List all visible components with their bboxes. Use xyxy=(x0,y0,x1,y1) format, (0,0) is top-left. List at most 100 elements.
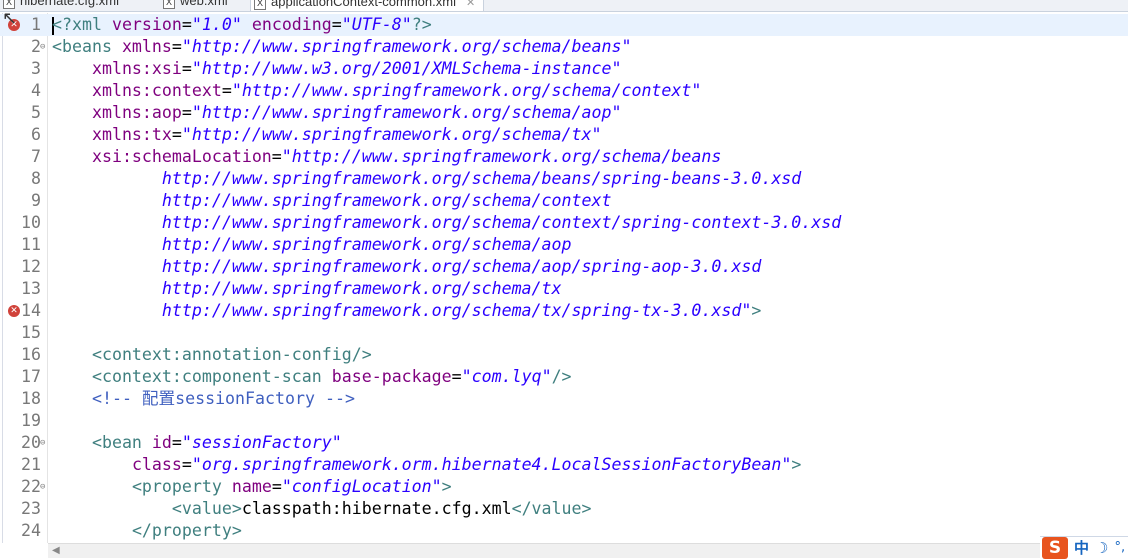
token-txt: = xyxy=(221,81,232,100)
half-width-moon-icon[interactable]: ☽ xyxy=(1095,539,1108,557)
code-text: <beans xmlns="http://www.springframework… xyxy=(52,36,631,58)
code-text: http://www.springframework.org/schema/co… xyxy=(52,190,612,212)
code-line[interactable]: 18 <!-- 配置sessionFactory --> xyxy=(0,388,1128,410)
code-line[interactable]: 19 xyxy=(0,410,1128,432)
line-number: 4 xyxy=(31,81,41,100)
token-tag: <bean xyxy=(91,433,152,452)
token-val: "com.lyq" xyxy=(461,367,552,386)
ime-language-toggle[interactable]: 中 xyxy=(1074,537,1089,558)
code-line[interactable]: 22 ⊖ <property name="configLocation"> xyxy=(0,476,1128,498)
line-number: 3 xyxy=(31,59,41,78)
code-text: http://www.springframework.org/schema/tx xyxy=(52,278,562,300)
token-attr: xmlns xyxy=(121,37,172,56)
code-line[interactable]: 12 http://www.springframework.org/schema… xyxy=(0,256,1128,278)
token-txt: = xyxy=(171,37,182,56)
xml-file-icon: X xyxy=(254,0,266,10)
tab-web-xml[interactable]: Xweb.xml xyxy=(160,0,228,11)
code-line[interactable]: 10 http://www.springframework.org/schema… xyxy=(0,212,1128,234)
token-val: "http://www.springframework.org/schema/a… xyxy=(191,103,622,122)
token-attr: xmlns:xsi xyxy=(91,59,182,78)
line-number: 19 xyxy=(21,411,41,430)
tab-applicationcontext-common-xml[interactable]: XapplicationContext-common.xml ✕ xyxy=(250,0,485,11)
tab-hibernate-cfg-xml[interactable]: Xhibernate.cfg.xml xyxy=(0,0,119,11)
token-txt: = xyxy=(171,433,182,452)
token-val: "configLocation" xyxy=(281,477,442,496)
scroll-left-arrow-icon[interactable]: ◀ xyxy=(52,545,60,556)
code-line[interactable]: 8 http://www.springframework.org/schema/… xyxy=(0,168,1128,190)
fold-toggle-icon[interactable]: ⊖ xyxy=(40,476,45,498)
code-line[interactable]: 3 xmlns:xsi="http://www.w3.org/2001/XMLS… xyxy=(0,58,1128,80)
line-number: 18 xyxy=(21,389,41,408)
code-line[interactable]: 4 xmlns:context="http://www.springframew… xyxy=(0,80,1128,102)
code-text: xmlns:tx="http://www.springframework.org… xyxy=(52,124,602,146)
code-line[interactable]: 17 <context:component-scan base-package=… xyxy=(0,366,1128,388)
code-line[interactable]: ✕ 14 http://www.springframework.org/schem… xyxy=(0,300,1128,322)
token-txt: = xyxy=(451,367,462,386)
token-val: http://www.springframework.org/schema/co… xyxy=(161,213,842,232)
token-val: http://www.springframework.org/schema/tx xyxy=(161,279,562,298)
code-line[interactable]: 15 xyxy=(0,322,1128,344)
code-line[interactable]: 13 http://www.springframework.org/schema… xyxy=(0,278,1128,300)
tab-label: web.xml xyxy=(180,0,228,8)
token-tag: xml xyxy=(71,15,112,34)
close-icon[interactable]: ✕ xyxy=(466,0,475,9)
token-val: "http://www.springframework.org/schema/t… xyxy=(181,125,602,144)
code-line[interactable]: 9 http://www.springframework.org/schema/… xyxy=(0,190,1128,212)
line-number: 7 xyxy=(31,147,41,166)
token-tag: /> xyxy=(551,367,572,386)
token-tag: <value> xyxy=(171,499,242,518)
code-text: <!-- 配置sessionFactory --> xyxy=(52,388,355,410)
code-text: http://www.springframework.org/schema/co… xyxy=(52,212,841,234)
token-txt: = xyxy=(271,147,282,166)
xml-file-icon: X xyxy=(163,0,175,9)
token-txt: = xyxy=(181,15,192,34)
line-number: 8 xyxy=(31,169,41,188)
code-line[interactable]: 7 xsi:schemaLocation="http://www.springf… xyxy=(0,146,1128,168)
code-line[interactable]: 11 http://www.springframework.org/schema… xyxy=(0,234,1128,256)
code-line[interactable]: 6 xmlns:tx="http://www.springframework.o… xyxy=(0,124,1128,146)
token-txt: = xyxy=(181,103,192,122)
code-line[interactable]: 16 <context:annotation-config/> xyxy=(0,344,1128,366)
code-line[interactable]: 24 </property> xyxy=(0,520,1128,542)
line-number: 23 xyxy=(21,499,41,518)
line-number: 6 xyxy=(31,125,41,144)
token-tag: > xyxy=(441,477,452,496)
token-attr: xsi:schemaLocation xyxy=(91,147,272,166)
code-line[interactable]: 20 ⊖ <bean id="sessionFactory" xyxy=(0,432,1128,454)
code-line[interactable]: 2 ⊖ <beans xmlns="http://www.springframewo… xyxy=(0,36,1128,58)
punctuation-toggle[interactable]: °, xyxy=(1114,540,1125,555)
token-txt: classpath:hibernate.cfg.xml xyxy=(241,499,512,518)
code-text: http://www.springframework.org/schema/tx… xyxy=(52,300,761,322)
code-line[interactable]: 23 <value>classpath:hibernate.cfg.xml</v… xyxy=(0,498,1128,520)
code-text: xmlns:xsi="http://www.w3.org/2001/XMLSch… xyxy=(52,58,622,80)
fold-toggle-icon[interactable]: ⊖ xyxy=(40,432,45,454)
code-line[interactable]: 21 class="org.springframework.orm.hibern… xyxy=(0,454,1128,476)
code-line[interactable]: 5 xmlns:aop="http://www.springframework.… xyxy=(0,102,1128,124)
token-tag: <property xyxy=(131,477,232,496)
token-attr: version xyxy=(111,15,182,34)
token-pi: <? xyxy=(52,15,72,34)
token-attr: xmlns:aop xyxy=(91,103,182,122)
xml-code-editor[interactable]: ✕ 1 <?xml version="1.0" encoding="UTF-8"?>… xyxy=(0,14,1128,543)
token-txt: = xyxy=(271,477,282,496)
token-tag: > xyxy=(791,455,802,474)
sogou-logo-icon[interactable]: S xyxy=(1042,536,1068,559)
code-line[interactable]: ✕ 1 <?xml version="1.0" encoding="UTF-8"?> xyxy=(0,14,1128,36)
token-val: "1.0" xyxy=(191,15,242,34)
token-val: "UTF-8" xyxy=(341,15,412,34)
token-val: http://www.springframework.org/schema/co… xyxy=(161,191,612,210)
line-number: 17 xyxy=(21,367,41,386)
token-val: "org.springframework.orm.hibernate4.Loca… xyxy=(191,455,792,474)
fold-toggle-icon[interactable]: ⊖ xyxy=(40,36,45,58)
horizontal-scrollbar[interactable]: ◀ xyxy=(48,543,1128,558)
